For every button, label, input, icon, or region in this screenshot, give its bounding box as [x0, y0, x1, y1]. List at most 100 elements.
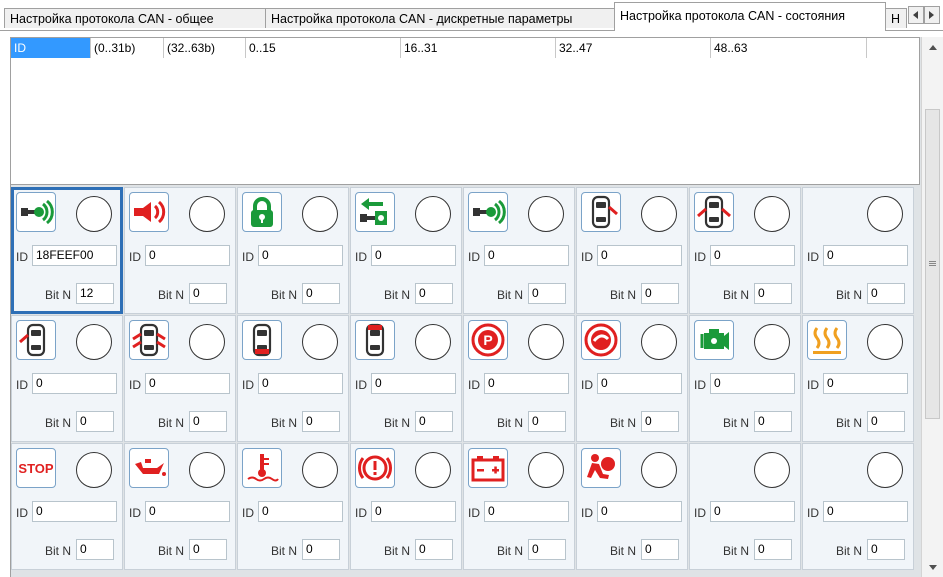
state-cell[interactable]: ID 0 Bit N 0: [802, 187, 914, 314]
id-field[interactable]: 0: [823, 245, 908, 266]
bit-field[interactable]: 0: [76, 411, 114, 432]
state-cell[interactable]: ID 0 Bit N 0: [802, 315, 914, 442]
state-cell[interactable]: ID 0 Bit N 0: [689, 315, 801, 442]
can-data-table[interactable]: ID (0..31b) (32..63b) 0..15 16..31 32..4…: [11, 37, 920, 185]
id-field[interactable]: 0: [597, 501, 682, 522]
scroll-down-button[interactable]: [922, 557, 943, 577]
bit-field[interactable]: 0: [754, 539, 792, 560]
col-32-63b-header[interactable]: (32..63b): [164, 38, 246, 58]
bit-field[interactable]: 0: [415, 411, 453, 432]
bit-field[interactable]: 12: [76, 283, 114, 304]
id-field[interactable]: 0: [371, 245, 456, 266]
bit-field[interactable]: 0: [641, 411, 679, 432]
coolant-temp-icon[interactable]: [242, 448, 282, 488]
id-field[interactable]: 0: [484, 373, 569, 394]
key-arrow-icon[interactable]: [355, 192, 395, 232]
state-cell[interactable]: ID 0 Bit N 0: [689, 187, 801, 314]
state-cell[interactable]: ID 0 Bit N 0: [463, 443, 575, 570]
id-field[interactable]: 0: [710, 245, 795, 266]
car-doors-all-open-icon[interactable]: [129, 320, 169, 360]
car-door-left-open-icon[interactable]: [16, 320, 56, 360]
tab-more[interactable]: Н: [885, 8, 907, 28]
id-field[interactable]: 0: [371, 373, 456, 394]
state-cell[interactable]: ID 0 Bit N 0: [124, 443, 236, 570]
state-cell[interactable]: ID 0 Bit N 0: [237, 315, 349, 442]
id-field[interactable]: 0: [597, 245, 682, 266]
bit-field[interactable]: 0: [867, 283, 905, 304]
empty-icon-slot[interactable]: [694, 448, 734, 488]
id-field[interactable]: 0: [145, 245, 230, 266]
id-field[interactable]: 0: [823, 373, 908, 394]
state-cell[interactable]: ID 0 Bit N 0: [237, 187, 349, 314]
id-field[interactable]: 0: [484, 245, 569, 266]
bit-field[interactable]: 0: [76, 539, 114, 560]
brake-pad-icon[interactable]: [581, 320, 621, 360]
col-id-header[interactable]: ID: [11, 38, 91, 58]
state-cell[interactable]: ID 0 Bit N 0: [689, 443, 801, 570]
horn-icon[interactable]: [129, 192, 169, 232]
id-field[interactable]: 0: [710, 373, 795, 394]
id-field[interactable]: 0: [32, 373, 117, 394]
brake-warning-icon[interactable]: [355, 448, 395, 488]
tab-scroll-right-button[interactable]: [924, 6, 940, 24]
id-field[interactable]: 0: [145, 373, 230, 394]
state-cell[interactable]: ID 0 Bit N 0: [463, 187, 575, 314]
parking-brake-icon[interactable]: P: [468, 320, 508, 360]
bit-field[interactable]: 0: [415, 283, 453, 304]
id-field[interactable]: 0: [710, 501, 795, 522]
bit-field[interactable]: 0: [302, 539, 340, 560]
oil-can-icon[interactable]: [129, 448, 169, 488]
empty-icon-slot[interactable]: [807, 448, 847, 488]
bit-field[interactable]: 0: [528, 283, 566, 304]
id-field[interactable]: 0: [484, 501, 569, 522]
car-trunk-open-icon[interactable]: [242, 320, 282, 360]
bit-field[interactable]: 0: [528, 411, 566, 432]
state-cell[interactable]: ID 0 Bit N 0: [237, 443, 349, 570]
id-field[interactable]: 0: [597, 373, 682, 394]
bit-field[interactable]: 0: [302, 283, 340, 304]
col-16-31-header[interactable]: 16..31: [401, 38, 556, 58]
state-cell[interactable]: ID 0 Bit N 0: [350, 187, 462, 314]
scroll-thumb[interactable]: [925, 109, 940, 419]
state-cell[interactable]: ID 0 Bit N 0: [350, 443, 462, 570]
state-cell[interactable]: ID 0 Bit N 0: [576, 187, 688, 314]
col-32-47-header[interactable]: 32..47: [556, 38, 711, 58]
tab-can-discrete[interactable]: Настройка протокола CAN - дискретные пар…: [265, 8, 615, 28]
scroll-up-button[interactable]: [922, 37, 943, 57]
id-field[interactable]: 18FEEF00: [32, 245, 117, 266]
id-field[interactable]: 0: [371, 501, 456, 522]
id-field[interactable]: 0: [258, 373, 343, 394]
battery-icon[interactable]: [468, 448, 508, 488]
seat-heater-icon[interactable]: [807, 320, 847, 360]
id-field[interactable]: 0: [32, 501, 117, 522]
state-cell[interactable]: ID 0 Bit N 0: [11, 315, 123, 442]
id-field[interactable]: 0: [823, 501, 908, 522]
state-cell[interactable]: ID 0 Bit N 0: [576, 443, 688, 570]
tab-can-general[interactable]: Настройка протокола CAN - общее: [4, 8, 266, 28]
id-field[interactable]: 0: [258, 245, 343, 266]
lock-icon[interactable]: [242, 192, 282, 232]
bit-field[interactable]: 0: [528, 539, 566, 560]
state-cell[interactable]: ID 0 Bit N 0: [124, 315, 236, 442]
empty-icon-slot[interactable]: [807, 192, 847, 232]
bit-field[interactable]: 0: [189, 283, 227, 304]
bit-field[interactable]: 0: [641, 283, 679, 304]
bit-field[interactable]: 0: [867, 539, 905, 560]
tab-can-states[interactable]: Настройка протокола CAN - состояния: [614, 2, 886, 31]
tab-scroll-left-button[interactable]: [908, 6, 924, 24]
car-door-right-open-icon[interactable]: [581, 192, 621, 232]
bit-field[interactable]: 0: [189, 539, 227, 560]
bit-field[interactable]: 0: [867, 411, 905, 432]
bit-field[interactable]: 0: [302, 411, 340, 432]
airbag-icon[interactable]: [581, 448, 621, 488]
col-48-63-header[interactable]: 48..63: [711, 38, 867, 58]
state-cell[interactable]: ID 0 Bit N 0: [802, 443, 914, 570]
engine-icon[interactable]: [694, 320, 734, 360]
bit-field[interactable]: 0: [754, 283, 792, 304]
stop-icon[interactable]: STOP: [16, 448, 56, 488]
vertical-scrollbar[interactable]: [921, 37, 943, 577]
state-cell[interactable]: STOP ID 0 Bit N 0: [11, 443, 123, 570]
state-cell[interactable]: ID 18FEEF00 Bit N 12: [11, 187, 123, 314]
bit-field[interactable]: 0: [189, 411, 227, 432]
bit-field[interactable]: 0: [415, 539, 453, 560]
